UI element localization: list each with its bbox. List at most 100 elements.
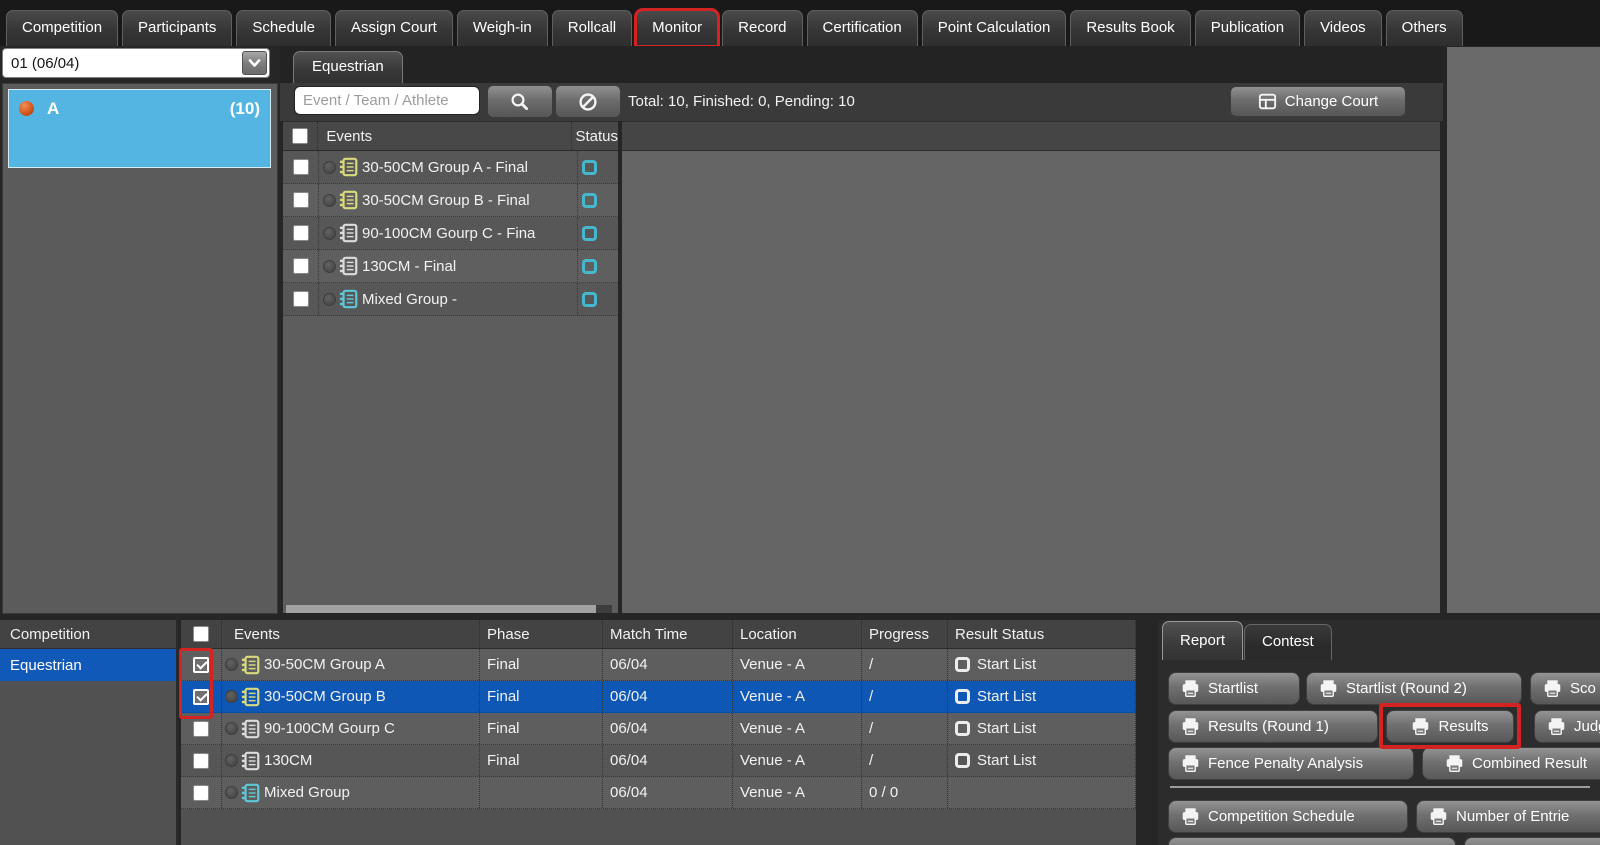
tab-others[interactable]: Others <box>1386 10 1463 46</box>
tab-certification[interactable]: Certification <box>807 10 918 46</box>
print-fence-penalty-analysis-button[interactable]: Fence Penalty Analysis <box>1168 747 1414 780</box>
radio-icon <box>225 754 238 767</box>
app-window: Competition Participants Schedule Assign… <box>0 0 1600 845</box>
content-header-bar <box>622 122 1440 151</box>
table-row[interactable]: Mixed Group 06/04 Venue - A 0 / 0 <box>181 777 1136 809</box>
event-checkbox[interactable] <box>293 291 309 307</box>
tab-participants[interactable]: Participants <box>122 10 232 46</box>
tab-competition[interactable]: Competition <box>6 10 118 46</box>
tab-assign-court[interactable]: Assign Court <box>335 10 453 46</box>
print-startlist-button[interactable]: Startlist <box>1168 672 1300 705</box>
tab-point-calculation[interactable]: Point Calculation <box>922 10 1067 46</box>
row-checkbox-checked[interactable] <box>193 689 209 705</box>
print-startlist-round2-button[interactable]: Startlist (Round 2) <box>1306 672 1522 705</box>
print-judge-button[interactable]: Judg <box>1534 710 1600 743</box>
tab-rollcall[interactable]: Rollcall <box>552 10 632 46</box>
change-court-button[interactable]: Change Court <box>1230 86 1406 117</box>
competition-panel: Competition Equestrian <box>0 620 178 845</box>
event-row[interactable]: 130CM - Final <box>283 250 618 283</box>
start-list-box-icon <box>955 657 970 672</box>
tab-monitor-active[interactable]: Monitor <box>636 10 718 46</box>
session-dropdown[interactable]: 01 (06/04) <box>2 48 270 78</box>
event-checkbox[interactable] <box>293 258 309 274</box>
status-box-icon <box>582 193 597 208</box>
horizontal-scrollbar[interactable] <box>286 605 612 613</box>
print-number-of-entries-button[interactable]: Number of Entrie <box>1416 800 1600 833</box>
scrollbar-thumb[interactable] <box>596 605 612 613</box>
print-combined-result-button[interactable]: Combined Result <box>1422 747 1600 780</box>
cell-progress: / <box>862 681 948 712</box>
tab-contest[interactable]: Contest <box>1244 624 1332 660</box>
tab-report-active[interactable]: Report <box>1162 621 1243 660</box>
cell-match-time: 06/04 <box>603 649 733 680</box>
tab-record[interactable]: Record <box>722 10 802 46</box>
radio-icon <box>323 293 336 306</box>
col-header-progress: Progress <box>862 620 948 648</box>
search-button[interactable] <box>487 85 553 118</box>
event-checkbox[interactable] <box>293 159 309 175</box>
event-row[interactable]: 30-50CM Group A - Final <box>283 151 618 184</box>
event-label: 130CM <box>264 752 312 769</box>
event-label: 30-50CM Group A - Final <box>362 159 528 176</box>
printer-icon <box>1181 717 1200 736</box>
status-box-icon <box>582 160 597 175</box>
cell-match-time: 06/04 <box>603 745 733 776</box>
event-label: 130CM - Final <box>362 258 456 275</box>
col-header-match-time: Match Time <box>603 620 733 648</box>
cell-location: Venue - A <box>733 745 862 776</box>
competition-header: Competition <box>0 620 176 649</box>
cell-result-status: Start List <box>977 656 1036 673</box>
cell-location: Venue - A <box>733 713 862 744</box>
event-row[interactable]: 90-100CM Gourp C - Fina <box>283 217 618 250</box>
radio-icon <box>323 194 336 207</box>
event-checkbox[interactable] <box>293 225 309 241</box>
status-box-icon <box>582 259 597 274</box>
table-row-selected[interactable]: 30-50CM Group B Final 06/04 Venue - A / … <box>181 681 1136 713</box>
cell-phase: Final <box>480 681 603 712</box>
tab-weigh-in[interactable]: Weigh-in <box>457 10 548 46</box>
cell-result-status: Start List <box>977 720 1036 737</box>
event-label: 30-50CM Group B <box>264 688 386 705</box>
tab-publication[interactable]: Publication <box>1195 10 1300 46</box>
chevron-down-icon <box>248 58 261 68</box>
tab-schedule[interactable]: Schedule <box>236 10 331 46</box>
select-all-checkbox[interactable] <box>292 128 308 144</box>
print-results-button[interactable]: Results <box>1386 710 1514 743</box>
court-card-a[interactable]: A (10) <box>8 89 271 168</box>
print-competition-schedule-button[interactable]: Competition Schedule <box>1168 800 1408 833</box>
events-summary: Total: 10, Finished: 0, Pending: 10 <box>628 85 855 118</box>
print-scoresheet-button[interactable]: Sco <box>1530 672 1600 705</box>
tab-videos[interactable]: Videos <box>1304 10 1382 46</box>
tab-results-book[interactable]: Results Book <box>1070 10 1190 46</box>
event-label: 90-100CM Gourp C - Fina <box>362 225 535 242</box>
table-row[interactable]: 130CM Final 06/04 Venue - A / Start List <box>181 745 1136 777</box>
event-label: 30-50CM Group B - Final <box>362 192 530 209</box>
report-button-partial[interactable] <box>1168 837 1456 845</box>
col-header-result-status: Result Status <box>948 620 1136 648</box>
report-panel: Report Contest Startlist Startlist (Roun… <box>1158 620 1600 845</box>
change-court-label: Change Court <box>1285 93 1378 110</box>
event-checkbox[interactable] <box>293 192 309 208</box>
event-row[interactable]: Mixed Group - <box>283 283 618 316</box>
row-checkbox[interactable] <box>193 785 209 801</box>
print-results-round1-button[interactable]: Results (Round 1) <box>1168 710 1378 743</box>
search-input[interactable] <box>294 86 480 115</box>
court-status-dot-icon <box>19 101 34 116</box>
cell-phase: Final <box>480 745 603 776</box>
select-all-checkbox[interactable] <box>193 626 209 642</box>
row-checkbox[interactable] <box>193 721 209 737</box>
table-row[interactable]: 90-100CM Gourp C Final 06/04 Venue - A /… <box>181 713 1136 745</box>
report-button-partial[interactable] <box>1464 837 1600 845</box>
tab-equestrian-active[interactable]: Equestrian <box>293 51 403 83</box>
row-checkbox[interactable] <box>193 753 209 769</box>
competition-row-selected[interactable]: Equestrian <box>0 649 176 681</box>
row-checkbox-checked[interactable] <box>193 657 209 673</box>
button-label: Number of Entrie <box>1456 808 1569 825</box>
clear-search-button[interactable] <box>555 85 621 118</box>
table-row[interactable]: 30-50CM Group A Final 06/04 Venue - A / … <box>181 649 1136 681</box>
event-row[interactable]: 30-50CM Group B - Final <box>283 184 618 217</box>
notebook-icon <box>339 256 359 276</box>
start-list-box-icon <box>955 721 970 736</box>
dropdown-arrow-button[interactable] <box>242 51 267 75</box>
monitor-content-panel <box>622 121 1440 613</box>
